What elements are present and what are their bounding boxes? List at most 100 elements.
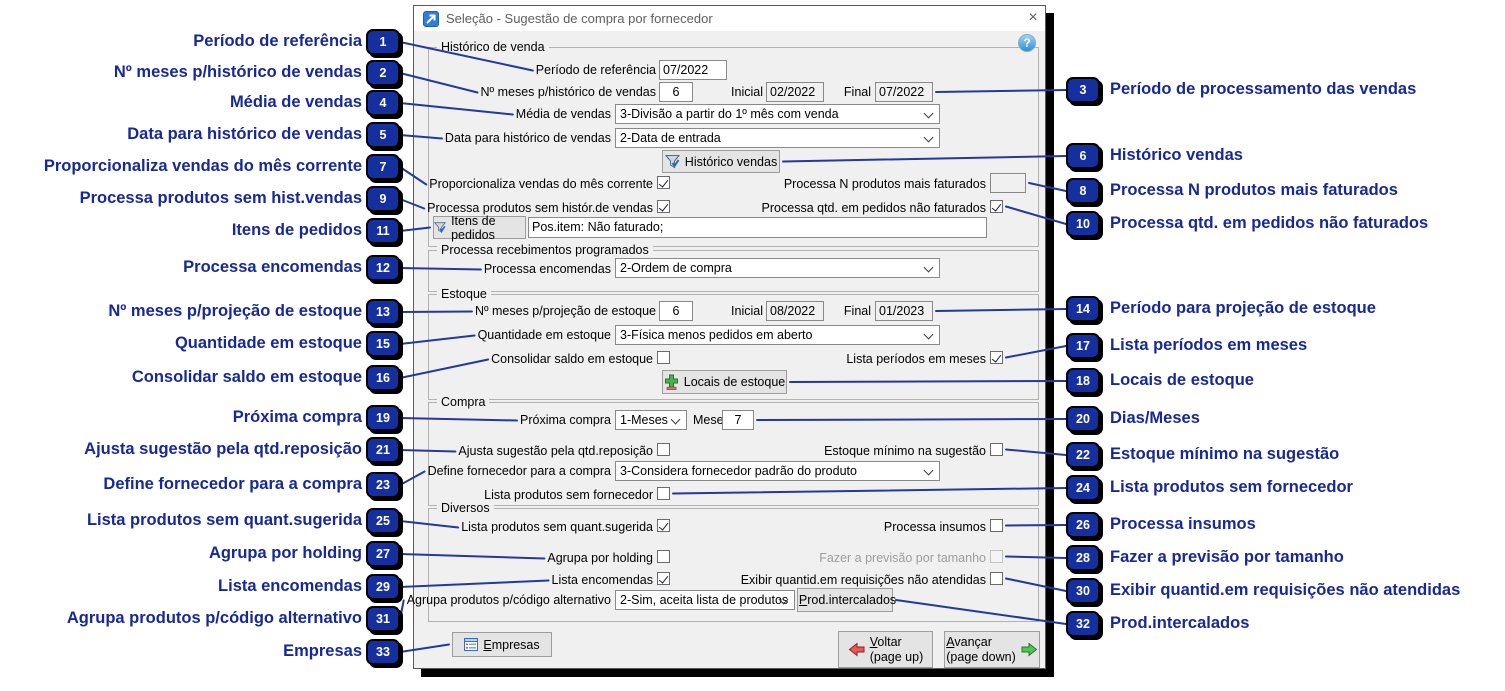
- add-icon: [664, 374, 679, 390]
- callout-label-29: Lista encomendas: [218, 575, 362, 597]
- callout-badge-17: 17: [1066, 333, 1100, 359]
- btn-avancar[interactable]: Avançar (page down): [944, 631, 1040, 668]
- btn-locais-estoque[interactable]: Locais de estoque: [662, 370, 787, 394]
- callout-label-11: Itens de pedidos: [232, 219, 362, 241]
- btn-voltar[interactable]: Voltar (page up): [838, 631, 933, 668]
- lbl-agrupa-holding: Agrupa por holding: [547, 551, 653, 566]
- combo-value: 1-Meses: [620, 413, 668, 427]
- combo-data-historico[interactable]: 2-Data de entrada: [615, 128, 940, 148]
- btn-itens-pedidos[interactable]: Itens de pedidos: [433, 216, 526, 239]
- chevron-down-icon: [924, 330, 934, 340]
- callout-badge-20: 20: [1066, 406, 1100, 432]
- callout-label-16: Consolidar saldo em estoque: [132, 366, 362, 388]
- chk-proporcionaliza[interactable]: [657, 176, 670, 189]
- chk-ajusta-sugestao[interactable]: [657, 443, 670, 456]
- help-icon[interactable]: ?: [1018, 34, 1036, 52]
- inp-periodo-referencia[interactable]: 07/2022: [659, 60, 727, 80]
- lbl-processa-n: Processa N produtos mais faturados: [784, 177, 986, 192]
- btn-prod-intercalados[interactable]: Prod.intercalados: [797, 588, 893, 612]
- callout-label-25: Lista produtos sem quant.sugerida: [87, 509, 362, 531]
- lbl-lista-encomendas: Lista encomendas: [552, 573, 653, 588]
- callout-badge-23: 23: [366, 472, 400, 498]
- combo-define-fornecedor[interactable]: 3-Considera fornecedor padrão do produto: [615, 461, 940, 481]
- callout-badge-28: 28: [1066, 545, 1100, 571]
- callout-label-18: Locais de estoque: [1110, 369, 1254, 391]
- button-label: Empresas: [483, 638, 539, 652]
- callout-label-3: Período de processamento das vendas: [1110, 78, 1416, 100]
- chk-lista-encomendas[interactable]: [657, 572, 670, 585]
- chk-processa-qtd[interactable]: [990, 200, 1003, 213]
- callout-badge-30: 30: [1066, 578, 1100, 604]
- btn-historico-vendas[interactable]: Histórico vendas: [662, 150, 780, 173]
- button-label: Locais de estoque: [684, 375, 785, 389]
- chk-processa-insumos[interactable]: [990, 519, 1003, 532]
- callout-label-30: Exibir quantid.em requisições não atendi…: [1110, 579, 1460, 601]
- combo-media-vendas[interactable]: 3-Divisão a partir do 1º mês com venda: [615, 104, 940, 124]
- inp-n-meses-projecao[interactable]: 6: [659, 301, 693, 321]
- titlebar: Seleção - Sugestão de compra por fornece…: [414, 6, 1045, 31]
- combo-value: 2-Ordem de compra: [620, 261, 732, 275]
- group-label: Compra: [437, 395, 489, 409]
- callout-label-8: Processa N produtos mais faturados: [1110, 179, 1398, 201]
- callout-badge-22: 22: [1066, 442, 1100, 468]
- chk-lista-sem-sugerida[interactable]: [657, 519, 670, 532]
- combo-value: 3-Física menos pedidos em aberto: [620, 328, 812, 342]
- button-sublabel: (page up): [870, 650, 924, 665]
- lbl-exibir-quantid: Exibir quantid.em requisições não atendi…: [741, 573, 986, 588]
- chk-estoque-minimo[interactable]: [990, 443, 1003, 456]
- lbl-hist-final: Final: [844, 85, 871, 100]
- lbl-media-vendas: Média de vendas: [516, 107, 611, 122]
- chk-lista-periodos[interactable]: [990, 351, 1003, 364]
- chk-processa-sem-hist[interactable]: [657, 200, 670, 213]
- back-arrow-icon: [848, 642, 865, 657]
- lbl-proj-final: Final: [844, 304, 871, 319]
- callout-badge-1: 1: [366, 29, 400, 55]
- inp-meses[interactable]: 7: [722, 410, 754, 430]
- combo-value: 3-Considera fornecedor padrão do produto: [620, 464, 857, 478]
- lbl-n-meses-projecao: Nº meses p/projeção de estoque: [475, 304, 656, 319]
- button-label: Voltar: [870, 635, 902, 650]
- callout-label-17: Lista períodos em meses: [1110, 334, 1307, 356]
- close-icon[interactable]: ×: [1022, 8, 1044, 28]
- inp-hist-final: 07/2022: [875, 82, 933, 102]
- callout-label-10: Processa qtd. em pedidos não faturados: [1110, 212, 1428, 234]
- callout-label-9: Processa produtos sem hist.vendas: [80, 187, 362, 209]
- btn-empresas[interactable]: Empresas: [452, 632, 552, 657]
- combo-proxima-compra[interactable]: 1-Meses: [615, 410, 687, 430]
- group-label: Processa recebimentos programados: [437, 243, 653, 257]
- callout-label-28: Fazer a previsão por tamanho: [1110, 546, 1344, 568]
- inp-n-meses-historico[interactable]: 6: [659, 82, 693, 102]
- callout-badge-26: 26: [1066, 512, 1100, 538]
- inp-hist-inicial: 02/2022: [766, 82, 824, 102]
- callout-badge-15: 15: [366, 331, 400, 357]
- chk-exibir-quantid[interactable]: [990, 572, 1003, 585]
- lbl-define-fornecedor: Define fornecedor para a compra: [428, 464, 611, 479]
- callout-label-26: Processa insumos: [1110, 513, 1256, 535]
- lbl-n-meses-historico: Nº meses p/histórico de vendas: [481, 85, 656, 100]
- callout-badge-2: 2: [366, 60, 400, 86]
- button-label: Itens de pedidos: [451, 214, 525, 242]
- combo-processa-encomendas[interactable]: 2-Ordem de compra: [615, 258, 940, 278]
- chevron-down-icon: [924, 133, 934, 143]
- callout-badge-10: 10: [1066, 211, 1100, 237]
- chk-lista-sem-fornecedor[interactable]: [657, 487, 670, 500]
- callout-badge-21: 21: [366, 437, 400, 463]
- group-label: Estoque: [437, 287, 491, 301]
- chk-consolidar-saldo[interactable]: [657, 351, 670, 364]
- app-icon: [423, 11, 439, 27]
- inp-processa-n[interactable]: [990, 173, 1026, 193]
- button-sublabel: (page down): [946, 650, 1016, 665]
- callout-label-2: Nº meses p/histórico de vendas: [114, 61, 362, 83]
- inp-pos-item[interactable]: Pos.item: Não faturado;: [528, 217, 987, 238]
- callout-label-23: Define fornecedor para a compra: [103, 473, 362, 495]
- combo-agrupa-codigo[interactable]: 2-Sim, aceita lista de produtos: [615, 590, 795, 610]
- combo-value: 3-Divisão a partir do 1º mês com venda: [620, 107, 839, 121]
- combo-quantidade-estoque[interactable]: 3-Física menos pedidos em aberto: [615, 325, 940, 345]
- callout-badge-29: 29: [366, 574, 400, 600]
- callout-badge-13: 13: [366, 299, 400, 325]
- chk-agrupa-holding[interactable]: [657, 550, 670, 563]
- callout-label-13: Nº meses p/projeção de estoque: [108, 300, 362, 322]
- callout-label-24: Lista produtos sem fornecedor: [1110, 476, 1353, 498]
- lbl-lista-sem-sugerida: Lista produtos sem quant.sugerida: [461, 520, 653, 535]
- lbl-fazer-previsao: Fazer a previsão por tamanho: [819, 551, 986, 566]
